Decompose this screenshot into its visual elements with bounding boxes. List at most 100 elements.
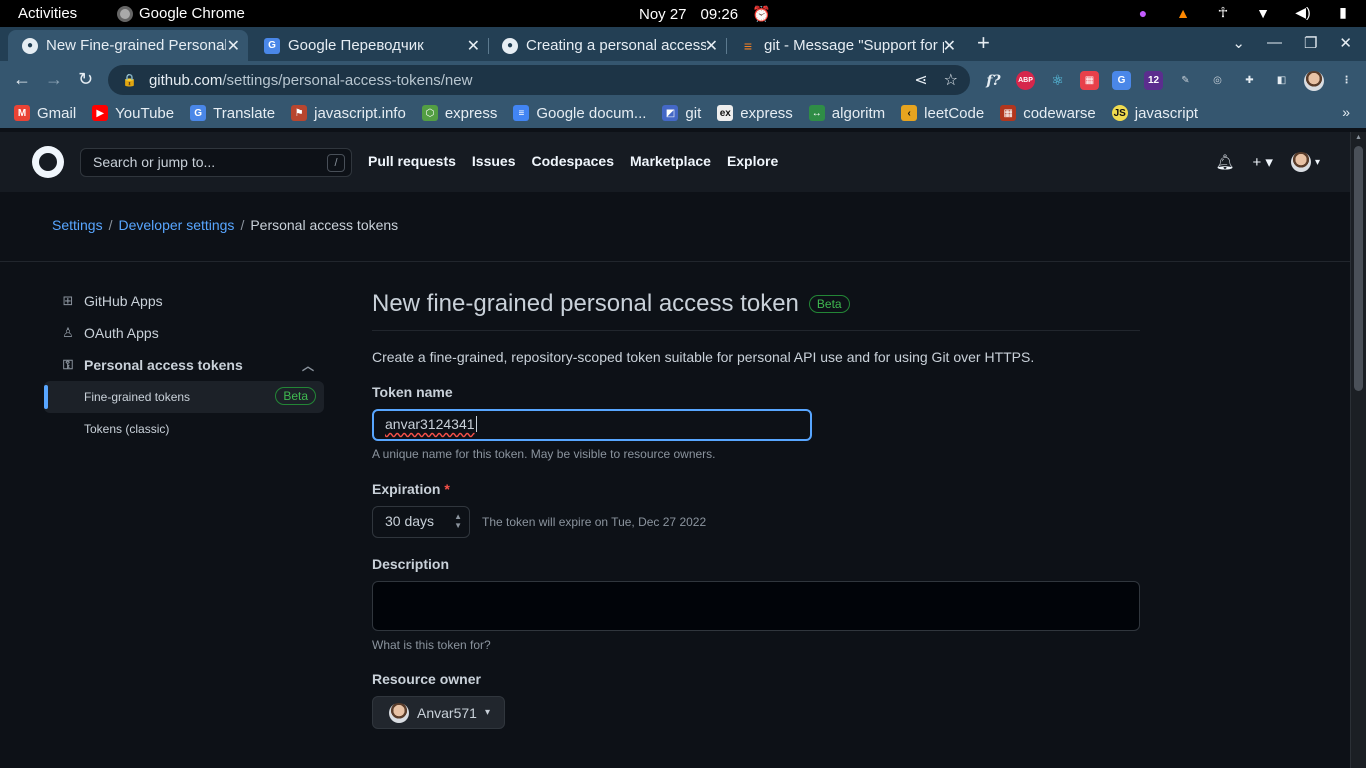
address-bar[interactable]: 🔒 github.com/settings/personal-access-to… bbox=[108, 65, 970, 95]
activities-button[interactable]: Activities bbox=[18, 5, 77, 22]
bookmark-express[interactable]: ⬡ express bbox=[421, 104, 498, 122]
forward-icon[interactable]: → bbox=[45, 69, 63, 90]
sidebar-item-oauth-apps[interactable]: ♙ OAuth Apps bbox=[44, 317, 324, 349]
expiration-label: Expiration * bbox=[372, 481, 1140, 497]
search-input[interactable]: Search or jump to... / bbox=[80, 148, 352, 177]
create-new-icon[interactable]: + ▾ bbox=[1253, 153, 1273, 171]
scroll-up-icon[interactable]: ▲ bbox=[1355, 134, 1362, 141]
side-panel-icon[interactable]: ◧ bbox=[1272, 71, 1291, 90]
clock[interactable]: Noy 27 09:26 ⏰ bbox=[639, 5, 771, 24]
react-devtools-icon[interactable]: ⚛ bbox=[1048, 71, 1067, 90]
tab-search-icon[interactable]: ⌄ bbox=[1232, 34, 1245, 52]
bookmark-javascript[interactable]: JS javascript bbox=[1111, 105, 1198, 122]
bookmark-express-2[interactable]: ex express bbox=[717, 105, 793, 122]
nav-marketplace[interactable]: Marketplace bbox=[630, 153, 711, 169]
maximize-icon[interactable]: ❐ bbox=[1304, 34, 1317, 52]
back-icon[interactable]: ← bbox=[13, 69, 31, 90]
share-icon[interactable]: ⋖ bbox=[914, 70, 927, 90]
os-top-bar: Activities Google Chrome Noy 27 09:26 ⏰ … bbox=[0, 0, 1366, 27]
sidebar-item-personal-access-tokens[interactable]: ⚿ Personal access tokens ︿ bbox=[44, 349, 324, 381]
bookmark-label: express bbox=[444, 104, 498, 122]
close-icon[interactable]: ✕ bbox=[227, 36, 240, 56]
tab-new-token[interactable]: ● New Fine-grained Personal access token… bbox=[8, 30, 248, 61]
token-name-field[interactable]: anvar3124341 bbox=[372, 409, 812, 441]
formula-ext-icon[interactable]: f? bbox=[984, 71, 1003, 90]
bookmark-google-docs[interactable]: ≡ Google docum... bbox=[513, 105, 646, 122]
divider bbox=[372, 330, 1140, 331]
accessibility-icon[interactable]: ☥ bbox=[1214, 4, 1232, 21]
sidebar-item-github-apps[interactable]: ⊞ GitHub Apps bbox=[44, 285, 324, 317]
ext-purple-icon[interactable]: 12 bbox=[1144, 71, 1163, 90]
firefox-dev-icon[interactable]: ● bbox=[1134, 5, 1152, 21]
minimize-icon[interactable]: — bbox=[1267, 34, 1282, 52]
key-icon: ⚿ bbox=[63, 357, 73, 372]
nav-codespaces[interactable]: Codespaces bbox=[532, 153, 614, 169]
page-title-text: New fine-grained personal access token bbox=[372, 290, 799, 317]
nav-issues[interactable]: Issues bbox=[472, 153, 516, 169]
omnibox-actions: ⋖ ☆ bbox=[914, 70, 958, 90]
translate-ext-icon[interactable]: G bbox=[1112, 71, 1131, 90]
scrollbar-thumb[interactable] bbox=[1354, 146, 1363, 391]
tab-stackoverflow[interactable]: ≡ git - Message "Support for password au… bbox=[726, 30, 964, 61]
divider bbox=[0, 261, 1350, 262]
global-nav: Pull requests Issues Codespaces Marketpl… bbox=[368, 153, 778, 169]
ext-target-icon[interactable]: ◎ bbox=[1208, 71, 1227, 90]
bookmarks-overflow-icon[interactable]: » bbox=[1342, 104, 1350, 120]
expiration-select[interactable]: 30 days ▲ ▼ bbox=[372, 506, 470, 538]
description-group: Description What is this token for? bbox=[372, 556, 1140, 652]
token-name-label: Token name bbox=[372, 384, 453, 400]
breadcrumb-developer-settings[interactable]: Developer settings bbox=[118, 217, 234, 233]
bookmark-algoritm[interactable]: ↔ algoritm bbox=[808, 105, 885, 122]
tab-title: Google Переводчик bbox=[288, 37, 424, 54]
nav-pull-requests[interactable]: Pull requests bbox=[368, 153, 456, 169]
chevron-down-icon: ▾ bbox=[1314, 156, 1320, 168]
tab-google-translate[interactable]: G Google Переводчик ✕ bbox=[250, 30, 489, 61]
bell-icon[interactable]: 🔔︎ bbox=[1215, 153, 1234, 171]
sidebar-item-fine-grained-tokens[interactable]: Fine-grained tokens Beta bbox=[44, 381, 324, 413]
lock-icon[interactable]: 🔒 bbox=[122, 73, 137, 87]
clock-time: 09:26 bbox=[700, 5, 739, 23]
close-icon[interactable]: ✕ bbox=[705, 36, 718, 56]
url-path: /settings/personal-access-tokens/new bbox=[222, 71, 473, 89]
page-scrollbar[interactable]: ▲ bbox=[1350, 132, 1366, 768]
bookmark-leetcode[interactable]: ‹ leetCode bbox=[901, 105, 984, 122]
bookmark-gmail[interactable]: M Gmail bbox=[14, 105, 76, 122]
close-icon[interactable]: ✕ bbox=[467, 36, 480, 56]
system-tray[interactable]: ● ▲ ☥ ▼ ◀) ▮ bbox=[1134, 4, 1352, 21]
extensions-puzzle-icon[interactable]: ✚ bbox=[1240, 71, 1259, 90]
volume-icon[interactable]: ◀) bbox=[1294, 4, 1312, 21]
github-logo-icon[interactable] bbox=[32, 146, 64, 178]
nav-explore[interactable]: Explore bbox=[727, 153, 778, 169]
close-icon[interactable]: ✕ bbox=[943, 36, 956, 56]
bookmark-codewars[interactable]: ▦ codewarse bbox=[1000, 105, 1096, 122]
tab-creating-token[interactable]: ● Creating a personal access token ✕ bbox=[488, 30, 727, 61]
new-tab-button[interactable]: + bbox=[977, 30, 990, 56]
bookmark-youtube[interactable]: ▶ YouTube bbox=[92, 105, 174, 122]
description-textarea[interactable] bbox=[372, 581, 1140, 631]
bookmark-label: Gmail bbox=[37, 104, 77, 122]
bookmark-git[interactable]: ◩ git bbox=[662, 105, 701, 122]
octocat-shape bbox=[39, 153, 57, 171]
reload-icon[interactable]: ↻ bbox=[78, 69, 93, 90]
profile-avatar[interactable] bbox=[1304, 71, 1324, 91]
close-window-icon[interactable]: ✕ bbox=[1339, 34, 1352, 52]
sidebar-item-tokens-classic[interactable]: Tokens (classic) bbox=[44, 413, 324, 445]
adblock-icon[interactable]: ABP bbox=[1016, 71, 1035, 90]
battery-icon[interactable]: ▮ bbox=[1334, 4, 1352, 21]
bookmark-javascript-info[interactable]: ⚑ javascript.info bbox=[291, 105, 406, 122]
resource-owner-select[interactable]: Anvar571 ▾ bbox=[372, 696, 505, 729]
bookmark-translate[interactable]: G Translate bbox=[190, 105, 275, 122]
bookmark-label: leetCode bbox=[924, 104, 985, 122]
breadcrumb-settings[interactable]: Settings bbox=[52, 217, 103, 233]
ext-red-icon[interactable]: ▦ bbox=[1080, 71, 1099, 90]
wifi-icon[interactable]: ▼ bbox=[1254, 5, 1272, 21]
user-menu[interactable]: ▾ bbox=[1290, 152, 1320, 172]
bookmark-star-icon[interactable]: ☆ bbox=[944, 70, 958, 90]
eyedropper-icon[interactable]: ✎ bbox=[1176, 71, 1195, 90]
sidebar-item-label: Personal access tokens bbox=[84, 357, 243, 373]
browser-toolbar: ← → ↻ 🔒 github.com/settings/personal-acc… bbox=[0, 61, 1366, 98]
menu-icon[interactable]: ⋮ bbox=[1337, 71, 1356, 90]
app-menu[interactable]: Google Chrome bbox=[117, 5, 245, 22]
vlc-icon[interactable]: ▲ bbox=[1174, 5, 1192, 21]
chevron-up-icon[interactable]: ︿ bbox=[302, 357, 314, 374]
